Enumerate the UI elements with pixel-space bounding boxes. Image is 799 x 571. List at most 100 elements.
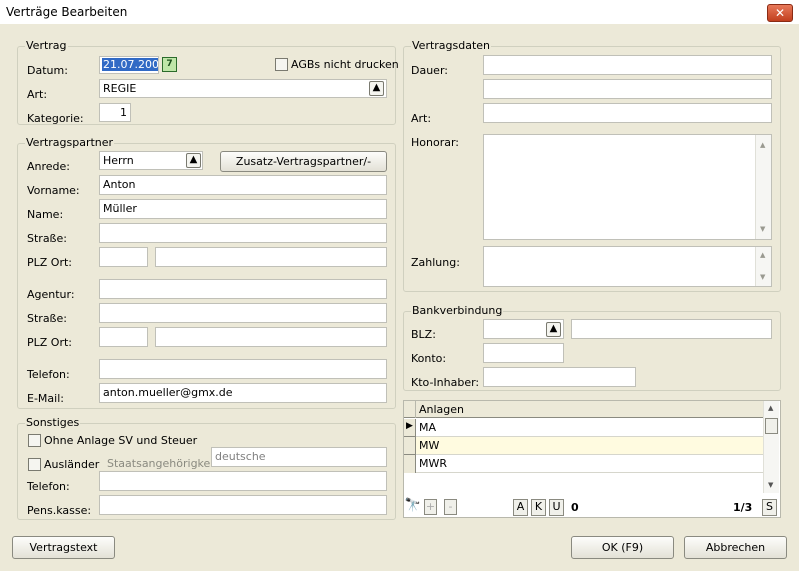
nav-k-button[interactable]: K	[531, 499, 546, 516]
dauer-field[interactable]	[483, 55, 772, 75]
blz-label: BLZ:	[411, 328, 436, 341]
kategorie-field[interactable]: 1	[99, 103, 131, 122]
vertragsdaten-art-field[interactable]	[483, 103, 772, 123]
zahlung-scrollbar[interactable]: ▲ ▼	[755, 247, 771, 286]
anrede-label: Anrede:	[27, 160, 71, 173]
anrede-lookup-arrow-up-icon[interactable]: ▲	[186, 153, 201, 168]
delete-record-button[interactable]: -	[444, 499, 457, 515]
ort-field[interactable]	[155, 247, 387, 267]
strasse-label: Straße:	[27, 232, 67, 245]
dauer-label: Dauer:	[411, 64, 448, 77]
scroll-thumb[interactable]	[765, 418, 778, 434]
honorar-label: Honorar:	[411, 136, 460, 149]
honorar-scrollbar[interactable]: ▲ ▼	[755, 135, 771, 239]
email-field[interactable]: anton.mueller@gmx.de	[99, 383, 387, 403]
add-record-button[interactable]: +	[424, 499, 437, 515]
agbs-label: AGBs nicht drucken	[291, 58, 399, 71]
row-indicator-header	[404, 401, 416, 418]
datum-field[interactable]: 21.07.2006	[99, 56, 159, 74]
scroll-down-icon[interactable]: ▼	[768, 481, 773, 489]
close-button[interactable]: ✕	[767, 4, 793, 22]
scroll-up-icon[interactable]: ▲	[768, 404, 773, 412]
staatsangehoerigkeit-label: Staatsangehörigkeit:	[107, 457, 222, 470]
bank-name-field[interactable]	[571, 319, 772, 339]
telefon-field[interactable]	[99, 359, 387, 379]
honorar-textarea[interactable]: ▲ ▼	[483, 134, 772, 240]
kategorie-label: Kategorie:	[27, 112, 84, 125]
current-row-arrow-icon: ▶	[406, 421, 413, 431]
plz-ort-label: PLZ Ort:	[27, 256, 72, 269]
vertrag-art-field[interactable]: REGIE	[99, 79, 387, 98]
anlagen-header-row: Anlagen	[404, 401, 763, 418]
nav-u-button[interactable]: U	[549, 499, 564, 516]
plz-field[interactable]	[99, 247, 148, 267]
zusatz-vertragspartner-button[interactable]: Zusatz-Vertragspartner/-Agentur	[220, 151, 387, 187]
pens-kasse-label: Pens.kasse:	[27, 504, 92, 517]
nav-a-button[interactable]: A	[513, 499, 528, 516]
agentur-strasse-field[interactable]	[99, 303, 387, 323]
ohne-anlage-checkbox[interactable]	[28, 434, 41, 447]
zahlung-label: Zahlung:	[411, 256, 460, 269]
auslaender-checkbox[interactable]	[28, 458, 41, 471]
email-label: E-Mail:	[27, 392, 64, 405]
konto-label: Konto:	[411, 352, 447, 365]
scroll-up-icon[interactable]: ▲	[760, 251, 765, 259]
row-indicator-column: ▶	[404, 419, 416, 473]
art-lookup-arrow-up-icon[interactable]: ▲	[369, 81, 384, 96]
agentur-plz-field[interactable]	[99, 327, 148, 347]
ohne-anlage-label: Ohne Anlage SV und Steuer	[44, 434, 198, 447]
kto-inhaber-label: Kto-Inhaber:	[411, 376, 480, 389]
vertragspartner-group-title: Vertragspartner	[25, 136, 115, 149]
window-title: Verträge Bearbeiten	[6, 5, 128, 19]
close-icon: ✕	[774, 6, 786, 20]
calendar-icon[interactable]: 7	[162, 57, 177, 72]
scroll-up-icon[interactable]: ▲	[760, 141, 765, 149]
anlagen-row[interactable]: MW	[416, 437, 763, 455]
sonstiges-telefon-label: Telefon:	[27, 480, 70, 493]
vertrag-group-title: Vertrag	[25, 39, 68, 52]
vertragsdaten-group-title: Vertragsdaten	[411, 39, 492, 52]
anlagen-column-header[interactable]: Anlagen	[419, 403, 464, 416]
name-field[interactable]: Müller	[99, 199, 387, 219]
auslaender-label: Ausländer	[44, 458, 100, 471]
abbrechen-button[interactable]: Abbrechen	[684, 536, 787, 559]
vorname-field[interactable]: Anton	[99, 175, 387, 195]
name-label: Name:	[27, 208, 64, 221]
blz-lookup-arrow-up-icon[interactable]: ▲	[546, 322, 561, 337]
anlagen-row[interactable]: MWR	[416, 455, 763, 473]
record-count: 0	[571, 501, 579, 514]
vertragstext-button[interactable]: Vertragstext	[12, 536, 115, 559]
konto-field[interactable]	[483, 343, 564, 363]
vertragsdaten-art-label: Art:	[411, 112, 432, 125]
nav-s-button[interactable]: S	[762, 499, 777, 516]
kto-inhaber-field[interactable]	[483, 367, 636, 387]
row-indicator-divider	[404, 436, 416, 437]
sonstiges-telefon-field[interactable]	[99, 471, 387, 491]
agentur-field[interactable]	[99, 279, 387, 299]
ok-button[interactable]: OK (F9)	[571, 536, 674, 559]
pens-kasse-field[interactable]	[99, 495, 387, 515]
agentur-label: Agentur:	[27, 288, 75, 301]
bankverbindung-group-title: Bankverbindung	[411, 304, 504, 317]
strasse-field[interactable]	[99, 223, 387, 243]
agbs-checkbox[interactable]	[275, 58, 288, 71]
anlagen-row[interactable]: MA	[416, 419, 763, 437]
agentur-plz-ort-label: PLZ Ort:	[27, 336, 72, 349]
sonstiges-group-title: Sonstiges	[25, 416, 81, 429]
row-indicator-divider	[404, 454, 416, 455]
anlagen-scrollbar[interactable]: ▲ ▼	[763, 401, 779, 493]
record-position: 1/3	[733, 501, 753, 514]
binoculars-icon[interactable]: 🔭	[404, 497, 422, 516]
vertrag-art-label: Art:	[27, 88, 48, 101]
zahlung-textarea[interactable]: ▲ ▼	[483, 246, 772, 287]
scroll-down-icon[interactable]: ▼	[760, 225, 765, 233]
telefon-label: Telefon:	[27, 368, 70, 381]
agentur-ort-field[interactable]	[155, 327, 387, 347]
datum-label: Datum:	[27, 64, 68, 77]
scroll-down-icon[interactable]: ▼	[760, 273, 765, 281]
agentur-strasse-label: Straße:	[27, 312, 67, 325]
title-bar: Verträge Bearbeiten ✕	[0, 0, 799, 24]
vorname-label: Vorname:	[27, 184, 80, 197]
staatsangehoerigkeit-field[interactable]: deutsche	[211, 447, 387, 467]
dauer-field-2[interactable]	[483, 79, 772, 99]
